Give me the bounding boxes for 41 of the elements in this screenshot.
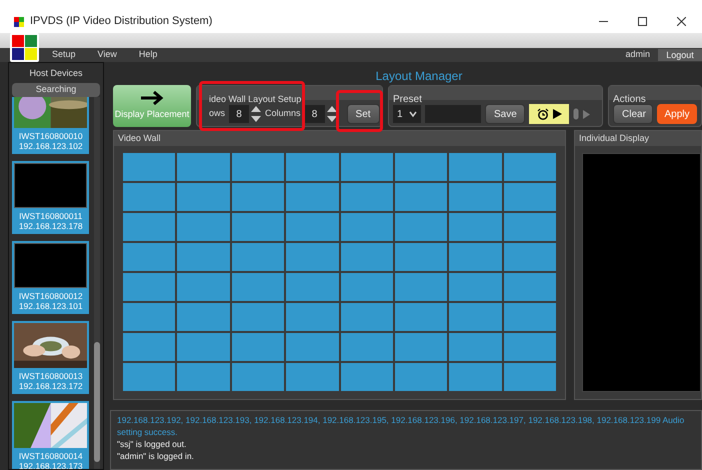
device-card[interactable]: IWST160800010 192.168.123.102 — [12, 97, 90, 154]
columns-label: Columns — [265, 107, 301, 120]
device-ip: 192.168.123.102 — [18, 141, 83, 151]
device-ip: 192.168.123.101 — [18, 301, 83, 311]
device-name: IWST160800014 — [18, 451, 83, 461]
number-field[interactable]: 8 — [304, 105, 325, 123]
device-card[interactable]: IWST160800012 192.168.123.101 — [12, 241, 90, 314]
clear-button[interactable]: Clear — [613, 104, 653, 124]
group-title: Actions — [613, 94, 646, 105]
number-field[interactable]: 8 — [229, 105, 250, 123]
searching-button[interactable]: Searching — [12, 83, 100, 97]
log-entry: 192.168.123.192, 192.168.123.193, 192.168.123.194, 192.168.123.195, 192.168.123.196, 192.168.123.197, 192.168.123.198, 192.168.123.199 Audio setting success. — [117, 414, 686, 438]
sidebar-title: Host Devices — [28, 67, 84, 80]
menu-item[interactable]: Help — [138, 48, 158, 62]
preset-dropdown[interactable]: 1 — [393, 105, 421, 123]
logout-button[interactable]: Logout — [658, 49, 702, 61]
group-title: ideo Wall Layout Setup — [209, 94, 302, 104]
device-name: IWST160800013 — [18, 371, 83, 381]
window-title: IPVDS (IP Video Distribution System) — [30, 14, 212, 30]
device-ip: 192.168.123.172 — [18, 381, 83, 391]
device-name: IWST160800010 — [18, 131, 83, 141]
panel-title: Individual Display — [575, 131, 701, 146]
menu-item[interactable]: Setup — [52, 48, 76, 62]
rows-label: ows — [209, 107, 226, 120]
menu-item[interactable]: View — [98, 48, 117, 62]
log-entry: "admin" is logged in. — [117, 450, 195, 462]
panel-title: Video Wall — [114, 131, 565, 146]
page-title: Layout Manager — [374, 68, 464, 85]
apply-button[interactable]: Apply — [657, 104, 697, 124]
device-ip: 192.168.123.178 — [18, 221, 83, 231]
user-name: admin — [625, 48, 650, 62]
device-ip: 192.168.123.173 — [18, 461, 83, 469]
device-card[interactable]: IWST160800011 192.168.123.178 — [12, 161, 90, 234]
save-button[interactable]: Save — [485, 104, 525, 124]
device-name: IWST160800012 — [18, 291, 83, 301]
set-button[interactable]: Set — [346, 104, 380, 124]
log-entry: "ssj" is logged out. — [117, 438, 188, 450]
device-name: IWST160800011 — [19, 211, 82, 221]
device-card[interactable]: IWST160800013 192.168.123.172 — [12, 321, 90, 394]
device-card[interactable]: IWST160800014 192.168.123.173 — [12, 401, 90, 469]
group-title: Preset — [393, 94, 422, 105]
